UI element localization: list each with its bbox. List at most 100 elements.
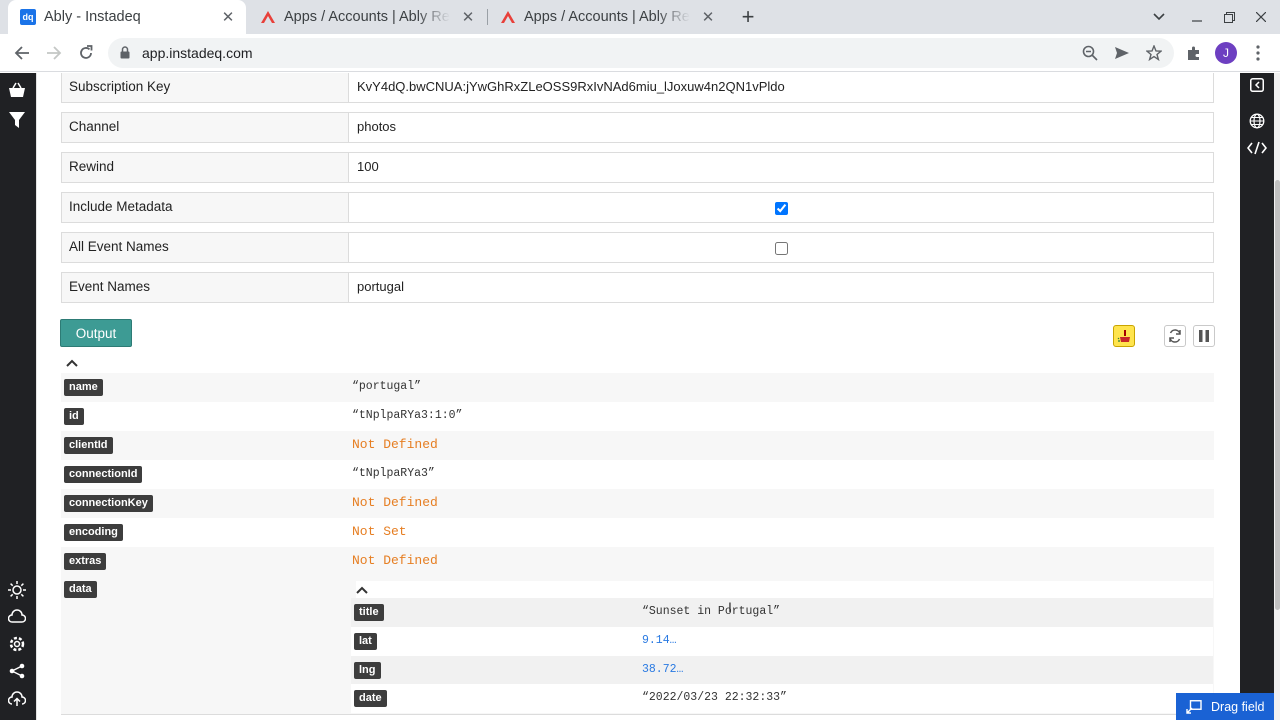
new-tab-icon[interactable]: + [732,0,764,34]
field-label: Rewind [62,153,349,182]
value-text: “tNplpaRYa3:1:0” [352,409,463,422]
value-text: “tNplpaRYa3” [352,467,435,480]
tab-title: Apps / Accounts | Ably Re [524,9,690,25]
value-text: Not Defined [352,495,438,510]
tab-instadeq[interactable]: dq Ably - Instadeq ✕ [8,0,246,34]
output-row: clientId Not Defined [61,431,1214,460]
value-text: Not Defined [352,437,438,452]
instadeq-favicon: dq [20,9,36,25]
event-names-row: Event Names portugal [61,272,1214,303]
tab-ably-2[interactable]: Apps / Accounts | Ably Re ✕ [488,0,726,34]
all-event-names-row: All Event Names [61,232,1214,263]
minimize-icon[interactable] [1181,0,1213,34]
drag-field-label: Drag field [1211,699,1265,714]
key-badge: name [64,379,103,396]
globe-icon[interactable] [1245,109,1269,133]
avatar[interactable]: J [1211,38,1241,68]
close-tab-icon[interactable]: ✕ [698,7,718,27]
output-row: connectionKey Not Defined [61,489,1214,518]
collapse-chevron-icon[interactable] [356,582,368,597]
browser-toolbar: app.instadeq.com J [0,34,1280,72]
drag-field-button[interactable]: Drag field [1176,693,1274,720]
field-label: Event Names [62,273,349,302]
nested-header [356,581,1213,599]
data-row: title “Sunset in Portugal” [351,598,1213,627]
chevron-down-icon[interactable] [1143,0,1175,34]
kebab-menu-icon[interactable] [1243,38,1273,68]
scrollbar-thumb[interactable] [1275,180,1280,610]
key-badge: date [354,690,387,707]
value-text: 38.72… [642,663,684,676]
value-text: “2022/03/23 22:32:33” [642,691,787,704]
send-icon[interactable] [1110,41,1134,65]
channel-input[interactable]: photos [350,113,1213,142]
bookmark-star-icon[interactable] [1142,41,1166,65]
field-label: Channel [62,113,349,142]
tab-ably-1[interactable]: Apps / Accounts | Ably Re ✕ [248,0,486,34]
field-label: Include Metadata [62,193,349,222]
panel-collapse-icon[interactable] [1245,73,1269,97]
extensions-puzzle-icon[interactable] [1179,38,1209,68]
drag-field-icon [1186,699,1202,714]
clear-broom-icon[interactable] [1113,325,1135,347]
tab-title: Ably - Instadeq [44,9,141,25]
output-row: extras Not Defined [61,547,1214,576]
key-badge: data [64,581,97,598]
forward-icon[interactable] [39,38,69,68]
value-text: Not Set [352,524,407,539]
subscription-key-row: Subscription Key KvY4dQ.bwCNUA:jYwGhRxZL… [61,73,1214,103]
tab-title: Apps / Accounts | Ably Re [284,9,450,25]
all-event-names-checkbox[interactable] [775,242,788,255]
close-tab-icon[interactable]: ✕ [218,7,238,27]
key-badge: connectionKey [64,495,153,512]
lock-icon[interactable] [120,46,130,62]
key-badge: lng [354,662,381,679]
output-row: connectionId “tNplpaRYa3” [61,460,1214,489]
address-bar[interactable]: app.instadeq.com [108,38,1174,68]
data-row: lat 9.14… [351,627,1213,656]
subscription-key-input[interactable]: KvY4dQ.bwCNUA:jYwGhRxZLeOSS9RxIvNAd6miu_… [350,73,1213,102]
back-icon[interactable] [7,38,37,68]
ably-icon [260,9,276,25]
zoom-icon[interactable] [1078,41,1102,65]
rewind-input[interactable]: 100 [350,153,1213,182]
collapse-chevron-icon[interactable] [66,355,78,370]
key-badge: connectionId [64,466,143,483]
value-text: “Sunset in Portugal” [642,605,781,618]
output-row: encoding Not Set [61,518,1214,547]
value-text: 9.14… [642,634,677,647]
restore-icon[interactable] [1213,0,1245,34]
output-row: id “tNplpaRYa3:1:0” [61,402,1214,431]
event-names-input[interactable]: portugal [350,273,1213,302]
key-badge: extras [64,553,107,570]
include-metadata-checkbox[interactable] [775,202,788,215]
output-button[interactable]: Output [60,319,132,347]
browser-tab-bar: dq Ably - Instadeq ✕ Apps / Accounts | A… [0,0,1280,34]
brightness-icon[interactable] [5,578,29,602]
code-icon[interactable] [1245,136,1269,160]
key-badge: encoding [64,524,123,541]
key-badge: lat [354,633,377,650]
settings-gear-icon[interactable] [5,632,29,656]
field-label: Subscription Key [62,73,349,102]
left-sidebar [0,73,36,720]
include-metadata-row: Include Metadata [61,192,1214,223]
key-badge: title [354,604,384,621]
pause-icon[interactable] [1193,325,1215,347]
key-badge: clientId [64,437,113,454]
basket-icon[interactable] [5,78,29,102]
filter-icon[interactable] [5,108,29,132]
text-cursor-icon: I [728,599,732,615]
reload-icon[interactable] [71,38,101,68]
output-row: name “portugal” [61,373,1214,402]
key-badge: id [64,408,84,425]
close-window-icon[interactable] [1245,0,1277,34]
share-icon[interactable] [5,659,29,683]
cloud-sync-icon[interactable] [5,605,29,629]
main-content: Subscription Key KvY4dQ.bwCNUA:jYwGhRxZL… [36,73,1240,720]
field-label: All Event Names [62,233,349,262]
ably-icon [500,9,516,25]
close-tab-icon[interactable]: ✕ [458,7,478,27]
refresh-icon[interactable] [1164,325,1186,347]
cloud-upload-icon[interactable] [5,687,29,711]
